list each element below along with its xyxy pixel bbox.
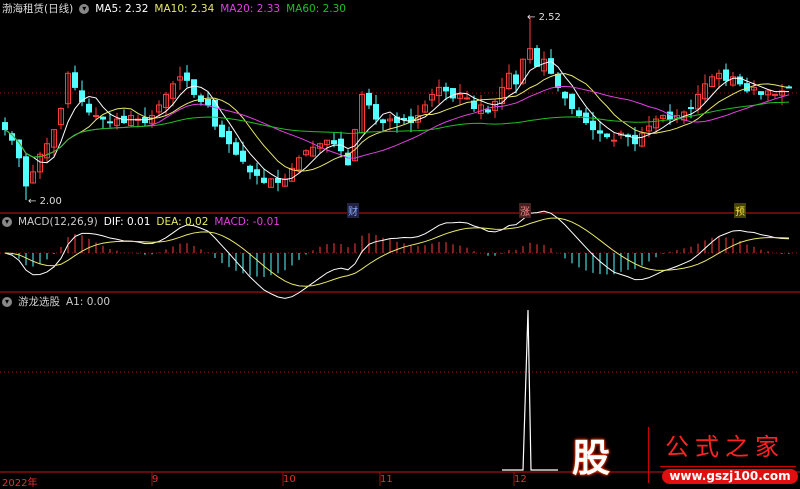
indicator-dropdown-icon[interactable]: ▾ xyxy=(2,296,12,307)
candle-down xyxy=(254,169,260,176)
candle-down xyxy=(576,110,582,117)
candle-down xyxy=(723,69,729,81)
candle-down xyxy=(184,72,190,81)
logo-url: www.gszj100.com xyxy=(662,469,798,484)
candle-down xyxy=(443,86,449,92)
candle-down xyxy=(758,91,764,95)
candle-down xyxy=(604,133,610,138)
candle-down xyxy=(240,150,246,162)
candle-up xyxy=(611,139,617,142)
candle-down xyxy=(247,165,253,173)
marker-finance[interactable]: 财 xyxy=(347,203,359,218)
candle-up xyxy=(93,115,99,118)
indicator-header: ▾ 游龙选股 A1: 0.00 xyxy=(2,294,110,309)
candle-down xyxy=(219,124,225,138)
low-price-value: 2.00 xyxy=(39,196,62,207)
candle-down xyxy=(590,120,596,131)
candle-down xyxy=(226,130,232,145)
low-price-label: ← 2.00 xyxy=(28,196,62,207)
settings-dropdown-icon[interactable]: ▾ xyxy=(79,3,90,14)
candle-down xyxy=(261,177,267,183)
watermark-logo: 股 公式之家 www.gszj100.com xyxy=(560,425,800,485)
marker-forecast[interactable]: 预 xyxy=(734,203,746,218)
candle-down xyxy=(331,140,337,145)
candle-down xyxy=(632,134,638,145)
candle-down xyxy=(191,79,197,95)
candle-down xyxy=(100,116,106,120)
candle-down xyxy=(72,72,78,88)
candle-up xyxy=(464,97,470,100)
stock-chart xyxy=(0,17,800,486)
x-axis-label: 12 xyxy=(514,474,527,485)
dea-label: DEA: 0.02 xyxy=(156,216,209,228)
ma60-label: MA60: 2.30 xyxy=(286,2,346,15)
a1-label: A1: 0.00 xyxy=(66,295,111,308)
candle-down xyxy=(86,103,92,113)
candle-down xyxy=(688,107,694,110)
macd-name: MACD(12,26,9) xyxy=(18,216,98,228)
candle-up xyxy=(772,93,778,96)
candle-down xyxy=(380,119,386,124)
candle-down xyxy=(23,156,29,187)
high-price-label: ← 2.52 xyxy=(527,12,561,23)
candle-down xyxy=(2,122,8,131)
x-axis-label: 10 xyxy=(283,474,296,485)
indicator-name: 游龙选股 xyxy=(18,296,60,308)
logo-name: 公式之家 xyxy=(665,433,785,461)
candle-down xyxy=(513,74,519,85)
macd-label: MACD: -0.01 xyxy=(214,216,280,228)
candle-down xyxy=(562,91,568,99)
x-axis-label: 11 xyxy=(380,474,393,485)
candle-down xyxy=(205,98,211,106)
a1-signal-line xyxy=(502,309,558,471)
candle-down xyxy=(275,177,281,183)
candle-down xyxy=(597,130,603,134)
logo-glyph: 股 xyxy=(572,436,611,480)
candle-down xyxy=(107,121,113,124)
x-axis-label: 2022年 xyxy=(2,478,38,489)
candle-down xyxy=(485,109,491,113)
candle-down xyxy=(373,104,379,120)
candle-down xyxy=(555,73,561,88)
macd-dropdown-icon[interactable]: ▾ xyxy=(2,217,12,227)
candle-down xyxy=(233,142,239,155)
candle-down xyxy=(569,93,575,110)
main-header: 渤海租赁(日线) ▾ MA5: 2.32 MA10: 2.34 MA20: 2.… xyxy=(2,1,346,16)
dif-label: DIF: 0.01 xyxy=(103,216,151,228)
marker-rise[interactable]: 涨 xyxy=(519,203,531,218)
candle-down xyxy=(534,48,540,67)
candle-down xyxy=(366,92,372,106)
high-price-value: 2.52 xyxy=(538,12,561,23)
macd-header: ▾ MACD(12,26,9) DIF: 0.01 DEA: 0.02 MACD… xyxy=(2,216,280,228)
ma20-label: MA20: 2.33 xyxy=(220,2,281,15)
stock-title: 渤海租赁(日线) xyxy=(2,3,74,15)
x-axis-label: 9 xyxy=(152,474,159,485)
ma10-label: MA10: 2.34 xyxy=(154,2,215,15)
ma5-label: MA5: 2.32 xyxy=(95,2,149,15)
